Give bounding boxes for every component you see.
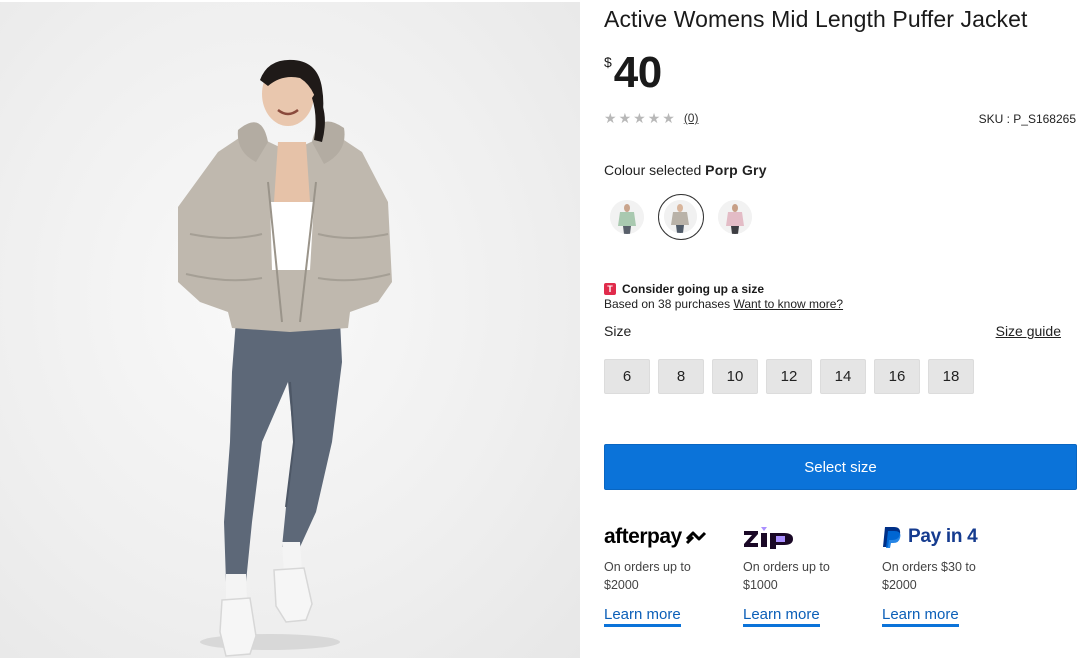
size-option-button[interactable]: 6 xyxy=(604,359,650,394)
zip-desc-line2: $1000 xyxy=(743,578,778,592)
price-amount: 40 xyxy=(613,48,662,97)
star-rating: ★ ★ ★ ★ ★ xyxy=(604,110,675,126)
size-option-button[interactable]: 8 xyxy=(658,359,704,394)
afterpay-desc-line2: $2000 xyxy=(604,578,639,592)
fit-advice: T Consider going up a size Based on 38 p… xyxy=(604,282,843,311)
colour-swatch-pink[interactable] xyxy=(718,200,752,234)
colour-selected-value: Porp Gry xyxy=(705,162,767,178)
size-option-button[interactable]: 16 xyxy=(874,359,920,394)
fit-advice-link[interactable]: Want to know more? xyxy=(733,297,843,311)
size-options: 6 8 10 12 14 16 18 xyxy=(604,359,974,394)
size-option-button[interactable]: 14 xyxy=(820,359,866,394)
star-icon: ★ xyxy=(618,110,632,126)
zip-logo-icon xyxy=(744,527,793,549)
zip-desc-line1: On orders up to xyxy=(743,560,830,574)
rating-summary[interactable]: ★ ★ ★ ★ ★ (0) xyxy=(604,110,698,126)
paypal-p-icon xyxy=(883,527,901,548)
size-option-button[interactable]: 10 xyxy=(712,359,758,394)
payment-option-zip: On orders up to $1000 Learn more xyxy=(743,522,873,627)
size-label: Size xyxy=(604,323,632,339)
paypal-desc-line1: On orders $30 to xyxy=(882,560,976,574)
pink-jacket-thumbnail-icon xyxy=(718,200,752,234)
zip-learn-more-link[interactable]: Learn more xyxy=(743,606,820,627)
star-icon: ★ xyxy=(662,110,675,126)
size-guide-link[interactable]: Size guide xyxy=(996,323,1061,339)
product-sku: SKU : P_S168265 xyxy=(978,112,1076,126)
green-jacket-thumbnail-icon xyxy=(610,200,644,234)
colour-swatch-porp-gry[interactable] xyxy=(658,194,704,240)
fit-advice-detail: Based on 38 purchases xyxy=(604,297,731,311)
product-title: Active Womens Mid Length Puffer Jacket xyxy=(604,6,1028,32)
payment-option-afterpay: afterpay On orders up to $2000 Learn mor… xyxy=(604,522,734,627)
afterpay-learn-more-link[interactable]: Learn more xyxy=(604,606,681,627)
colour-label-text: Colour selected xyxy=(604,162,702,178)
review-count-link[interactable]: (0) xyxy=(684,111,699,125)
size-option-button[interactable]: 12 xyxy=(766,359,812,394)
zip-logo xyxy=(743,522,873,552)
paypal-learn-more-link[interactable]: Learn more xyxy=(882,606,959,627)
porp-gry-jacket-thumbnail-icon xyxy=(664,200,697,233)
fit-advice-headline: Consider going up a size xyxy=(622,282,765,296)
star-icon: ★ xyxy=(604,110,617,126)
afterpay-desc-line1: On orders up to xyxy=(604,560,691,574)
star-icon: ★ xyxy=(647,110,661,126)
colour-selected-label: Colour selected Porp Gry xyxy=(604,162,767,178)
product-price: $ 40 xyxy=(604,48,662,98)
product-image[interactable] xyxy=(0,2,580,658)
star-icon: ★ xyxy=(633,110,646,126)
afterpay-arrows-icon xyxy=(685,531,706,545)
payment-option-paypal: Pay in 4 On orders $30 to $2000 Learn mo… xyxy=(882,522,1012,627)
product-info-panel: Active Womens Mid Length Puffer Jacket $… xyxy=(604,0,1080,658)
paypal-desc-line2: $2000 xyxy=(882,578,917,592)
paypal-logo: Pay in 4 xyxy=(882,522,1012,552)
fit-advisor-logo-icon: T xyxy=(604,283,616,295)
colour-swatch-green[interactable] xyxy=(610,200,644,234)
afterpay-logo: afterpay xyxy=(604,522,734,552)
swatch-inner xyxy=(664,200,697,233)
colour-swatches xyxy=(604,194,764,244)
price-currency: $ xyxy=(604,54,612,70)
select-size-button[interactable]: Select size xyxy=(604,444,1077,490)
model-illustration xyxy=(178,59,392,657)
paypal-pay-in-4-text: Pay in 4 xyxy=(908,526,978,547)
size-option-button[interactable]: 18 xyxy=(928,359,974,394)
afterpay-logo-text: afterpay xyxy=(604,525,682,548)
